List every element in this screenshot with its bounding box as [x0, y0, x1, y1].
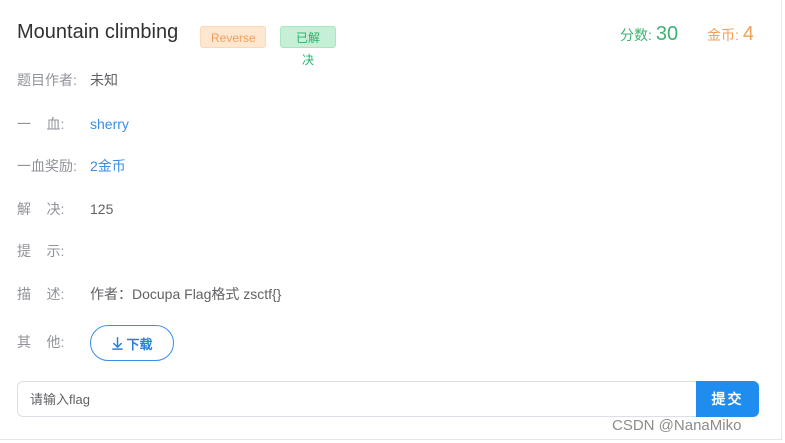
first-blood-label: 一 血: [17, 116, 65, 132]
flag-input[interactable] [17, 381, 696, 417]
download-arrow-icon [112, 336, 124, 350]
score-value: 30 [655, 23, 679, 45]
first-blood-reward-row: 一血奖励: 2金币 [17, 156, 126, 176]
submit-button[interactable]: 提交 [696, 381, 759, 417]
first-blood-reward-label: 一血奖励: [17, 158, 77, 174]
challenge-title: Mountain climbing [17, 21, 179, 43]
author-row: 题目作者: 未知 [17, 70, 118, 90]
solved-status-badge: 已解决 [280, 26, 336, 67]
first-blood-reward-value: 2金币 [90, 158, 126, 174]
solves-row: 解 决: 125 [17, 199, 113, 219]
download-label: 下载 [126, 336, 153, 352]
description-label: 描 述: [17, 286, 65, 302]
download-button[interactable]: 下载 [90, 325, 174, 361]
score-display: 分数: 30 [620, 23, 678, 46]
challenge-card: Mountain climbing Reverse 已解决 分数: 30 金币: 4… [0, 0, 782, 440]
category-tag: Reverse [200, 26, 266, 48]
hint-label: 提 示: [17, 243, 65, 259]
description-value: 作者：Docupa Flag格式 zsctf{} [90, 286, 282, 302]
author-value: 未知 [90, 72, 118, 88]
description-row: 描 述: 作者：Docupa Flag格式 zsctf{} [17, 284, 281, 304]
first-blood-user-link[interactable]: sherry [90, 114, 129, 134]
gold-label: 金币: [707, 27, 739, 43]
other-row: 其 他: [17, 332, 90, 352]
hint-row: 提 示: [17, 241, 90, 261]
gold-display: 金币: 4 [707, 23, 754, 46]
watermark: CSDN @NanaMiko [612, 417, 742, 434]
solves-value: 125 [90, 201, 114, 217]
score-label: 分数: [620, 27, 652, 43]
author-label: 题目作者: [17, 72, 77, 88]
gold-value: 4 [742, 23, 755, 45]
other-label: 其 他: [17, 334, 65, 350]
solves-label: 解 决: [17, 201, 65, 217]
first-blood-row: 一 血: sherry [17, 114, 129, 134]
